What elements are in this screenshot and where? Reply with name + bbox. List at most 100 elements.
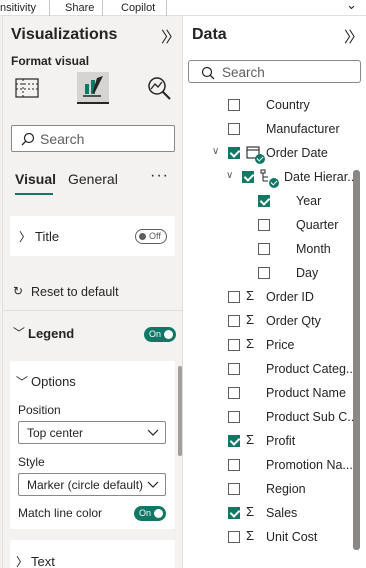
chevron-down-icon[interactable]: ∨ — [212, 146, 219, 157]
text-card[interactable]: 〉 Text — [10, 540, 175, 568]
build-visual-icon[interactable] — [11, 72, 43, 104]
active-tab-indicator — [15, 193, 53, 195]
field-row[interactable]: Σ Profit — [184, 430, 360, 454]
field-name: Day — [296, 266, 319, 280]
sigma-icon: Σ — [246, 432, 255, 447]
field-checkbox[interactable] — [228, 339, 240, 351]
field-name: Order Qty — [266, 314, 321, 328]
data-search-input[interactable]: Search — [188, 60, 361, 83]
field-row[interactable]: Promotion Na... — [184, 454, 360, 478]
match-line-color-toggle[interactable]: On — [134, 506, 166, 521]
field-name: Product Categ... — [266, 362, 357, 376]
field-checkbox[interactable] — [228, 147, 240, 159]
field-checkbox[interactable] — [258, 219, 270, 231]
field-checkbox[interactable] — [258, 267, 270, 279]
tab-visual[interactable]: Visual — [15, 171, 56, 187]
field-checkbox[interactable] — [228, 411, 240, 423]
field-checkbox[interactable] — [228, 387, 240, 399]
options-label: Options — [31, 374, 76, 389]
field-checkbox[interactable] — [258, 195, 270, 207]
format-search-input[interactable]: Search — [11, 125, 175, 152]
field-checkbox[interactable] — [228, 99, 240, 111]
field-checkbox[interactable] — [228, 363, 240, 375]
collapse-visualizations-icon[interactable]: 〉〉 — [161, 26, 180, 47]
field-checkbox[interactable] — [228, 123, 240, 135]
chevron-down-icon — [147, 481, 159, 488]
field-row[interactable]: Manufacturer — [184, 118, 360, 142]
data-search-placeholder: Search — [222, 65, 265, 80]
field-name: Date Hierar... — [284, 170, 358, 184]
field-row[interactable]: Country — [184, 94, 360, 118]
format-scrollbar[interactable] — [178, 366, 182, 456]
chevron-down-icon[interactable]: 〉 — [11, 326, 28, 338]
title-section-label: Title — [35, 229, 60, 244]
field-row[interactable]: Quarter — [184, 214, 360, 238]
field-checkbox[interactable] — [228, 315, 240, 327]
options-card: 〉 Options Position Top center Style Mark… — [10, 361, 175, 529]
field-checkbox[interactable] — [228, 459, 240, 471]
field-row[interactable]: Σ Order Qty — [184, 310, 360, 334]
field-checkbox[interactable] — [258, 243, 270, 255]
field-row[interactable]: Σ Unit Cost — [184, 526, 360, 550]
field-name: Product Name — [266, 386, 346, 400]
field-name: Year — [296, 194, 322, 208]
field-row[interactable]: ∨ Date Hierar... — [184, 166, 360, 190]
field-checkbox[interactable] — [242, 171, 254, 183]
field-row[interactable]: ∨ Order Date — [184, 142, 360, 166]
data-scrollbar[interactable] — [353, 170, 360, 550]
field-row[interactable]: Σ Order ID — [184, 286, 360, 310]
field-name: Order Date — [266, 146, 328, 160]
title-card[interactable]: 〉 Title Off — [10, 216, 175, 256]
collapse-data-icon[interactable]: 〉〉 — [344, 26, 363, 47]
field-row[interactable]: Σ Sales — [184, 502, 360, 526]
chevron-down-icon[interactable]: ∨ — [226, 170, 233, 181]
position-value: Top center — [27, 426, 84, 440]
reset-to-default-link[interactable]: Reset to default — [31, 285, 119, 299]
title-toggle[interactable]: Off — [135, 229, 167, 244]
field-name: Product Sub C... — [266, 410, 358, 424]
field-checkbox[interactable] — [228, 435, 240, 447]
tab-general[interactable]: General — [68, 171, 118, 187]
field-row[interactable]: Day — [184, 262, 360, 286]
field-name: Order ID — [266, 290, 314, 304]
analytics-magnifier-icon[interactable] — [143, 72, 175, 104]
chevron-down-icon[interactable]: 〉 — [14, 375, 31, 387]
data-title: Data — [192, 26, 227, 43]
format-search-placeholder: Search — [40, 131, 85, 147]
ribbon-bar: nsitivity Share Copilot ⌄ — [0, 0, 366, 16]
style-dropdown[interactable]: Marker (circle default) — [18, 473, 166, 496]
ribbon-copilot[interactable]: Copilot — [121, 2, 155, 14]
field-checkbox[interactable] — [228, 291, 240, 303]
field-checkbox[interactable] — [228, 531, 240, 543]
field-row[interactable]: Product Sub C... — [184, 406, 360, 430]
format-visual-label: Format visual — [11, 54, 90, 68]
field-name: Country — [266, 98, 310, 112]
field-name: Manufacturer — [266, 122, 340, 136]
field-row[interactable]: Σ Price — [184, 334, 360, 358]
ribbon-sensitivity[interactable]: nsitivity — [0, 2, 36, 14]
ribbon-share[interactable]: Share — [65, 2, 94, 14]
chevron-right-icon: 〉 — [19, 230, 32, 244]
ribbon-dropdown-icon[interactable]: ⌄ — [346, 0, 357, 13]
chevron-down-icon — [147, 429, 159, 436]
field-row[interactable]: Product Name — [184, 382, 360, 406]
field-name: Region — [266, 482, 306, 496]
field-row[interactable]: Product Categ... — [184, 358, 360, 382]
reset-icon[interactable]: ↻ — [13, 284, 23, 298]
format-cards-area: 〉 Title Off ↻ Reset to default 〉 Legend … — [3, 206, 183, 568]
sigma-icon: Σ — [246, 528, 255, 543]
position-dropdown[interactable]: Top center — [18, 421, 166, 444]
field-row[interactable]: Year — [184, 190, 360, 214]
format-paintbrush-icon[interactable] — [77, 72, 109, 104]
field-checkbox[interactable] — [228, 483, 240, 495]
sigma-icon: Σ — [246, 288, 255, 303]
ribbon-separator — [102, 0, 103, 16]
sigma-icon: Σ — [246, 504, 255, 519]
more-options-button[interactable]: ··· — [150, 167, 169, 185]
field-row[interactable]: Month — [184, 238, 360, 262]
field-name: Promotion Na... — [266, 458, 353, 472]
match-toggle-text: On — [139, 508, 152, 518]
field-checkbox[interactable] — [228, 507, 240, 519]
field-row[interactable]: Region — [184, 478, 360, 502]
legend-toggle[interactable]: On — [144, 327, 176, 342]
